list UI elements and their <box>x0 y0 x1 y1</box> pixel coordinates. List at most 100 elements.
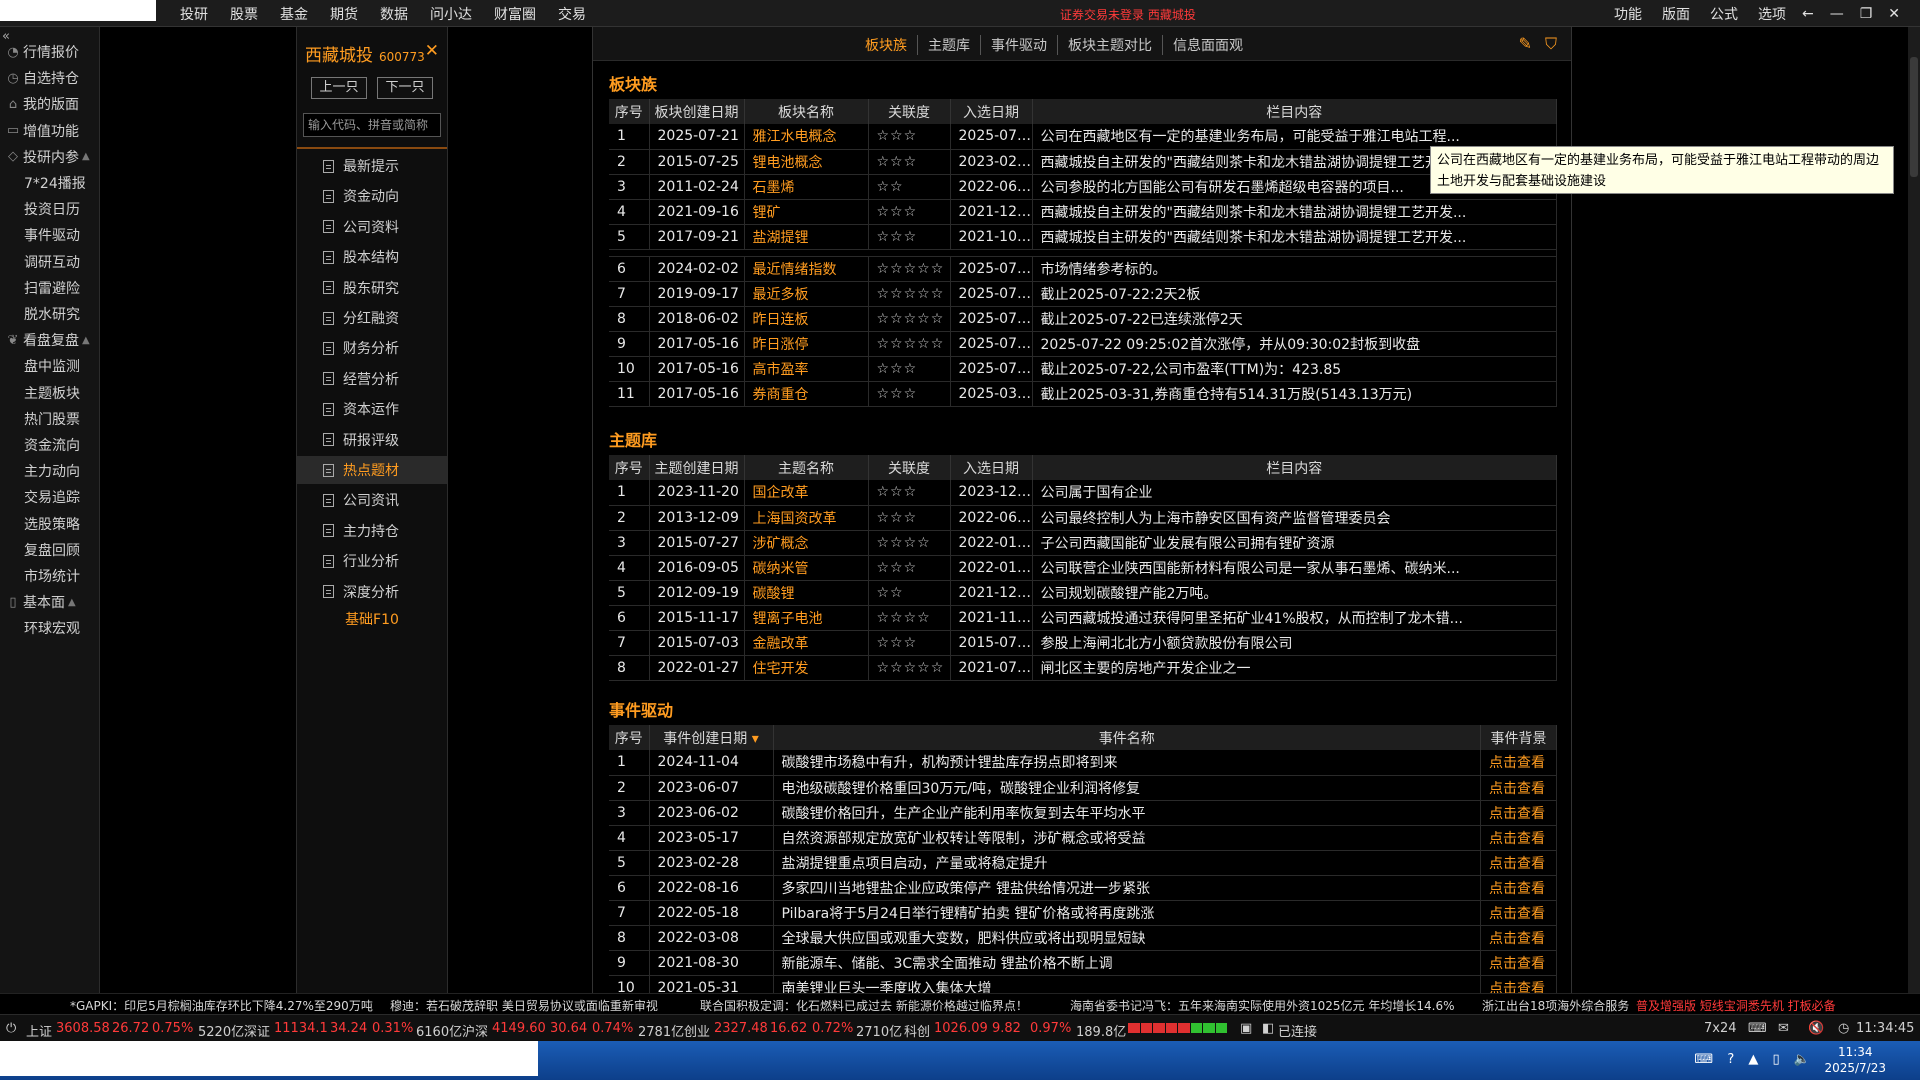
column-header[interactable]: 入选日期 <box>950 99 1033 124</box>
view-detail-link[interactable]: 点击查看 <box>1480 900 1557 926</box>
shirt-icon[interactable]: ⛉ <box>1545 34 1557 53</box>
theme-name-link[interactable]: 雅江水电概念 <box>744 124 869 150</box>
theme-name-link[interactable]: 高市盈率 <box>744 356 869 382</box>
index-label[interactable]: 沪深 <box>462 1021 488 1040</box>
column-header[interactable]: 主题创建日期 <box>649 455 745 480</box>
f10-nav-item[interactable]: 公司资料 <box>297 213 447 241</box>
view-detail-link[interactable]: 点击查看 <box>1480 775 1557 801</box>
table-row[interactable]: 8 2022-03-08 全球最大供应国或观重大变数，肥料供应或将出现明显短缺 点击查… <box>609 925 1557 951</box>
table-row[interactable]: 4 2021-09-16 锂矿 ☆☆☆ 2021-12-24 西藏城投自主研发的"西藏结则… <box>609 199 1557 225</box>
table-row[interactable]: 8 2018-06-02 昨日连板 ☆☆☆☆☆ 2025-07-22 截止2025-07-… <box>609 306 1557 332</box>
table-row[interactable]: 11 2017-05-16 券商重仓 ☆☆☆ 2025-03-31 截止2025-03-3… <box>609 381 1557 407</box>
theme-name-link[interactable]: 碳酸锂 <box>744 580 869 606</box>
restore-icon[interactable]: ❐ <box>1860 6 1873 22</box>
column-header[interactable]: 序号 <box>609 455 650 480</box>
theme-name-link[interactable]: 最近情绪指数 <box>744 256 869 282</box>
theme-name-link[interactable]: 昨日连板 <box>744 306 869 332</box>
table-row[interactable]: 1 2024-11-04 碳酸锂市场稳中有升，机构预计锂盐库存拐点即将到来 点击查看 <box>609 750 1557 776</box>
column-header[interactable]: 序号 <box>609 725 650 750</box>
table-row[interactable]: 3 2023-06-02 碳酸锂价格回升，生产企业产能利用率恢复到去年平均水平 点击查… <box>609 800 1557 826</box>
menu-item[interactable]: 财富圈 <box>494 4 536 24</box>
f10-nav-item[interactable]: 公司资讯 <box>297 486 447 514</box>
menu-item[interactable]: 问小达 <box>430 4 472 24</box>
table-row[interactable]: 9 2017-05-16 昨日涨停 ☆☆☆☆☆ 2025-07-22 2025-07-22… <box>609 331 1557 357</box>
camera-icon[interactable]: ▣ <box>1240 1021 1252 1036</box>
vertical-scrollbar[interactable] <box>1908 27 1920 993</box>
tab-compare[interactable]: 板块主题对比 <box>1057 35 1162 55</box>
theme-name-link[interactable]: 金融改革 <box>744 630 869 656</box>
column-header[interactable]: 板块创建日期 <box>649 99 745 124</box>
mute-icon[interactable]: 🔇 <box>1808 1021 1824 1036</box>
view-detail-link[interactable]: 点击查看 <box>1480 750 1557 776</box>
view-detail-link[interactable]: 点击查看 <box>1480 825 1557 851</box>
table-row[interactable]: 1 2023-11-20 国企改革 ☆☆☆ 2023-12-13 公司属于国有企业 <box>609 480 1557 506</box>
help-icon[interactable]: ? <box>1727 1052 1734 1067</box>
column-header[interactable]: 事件名称 <box>773 725 1481 750</box>
back-icon[interactable]: ← <box>1802 6 1814 22</box>
table-row[interactable]: 5 2023-02-28 盐湖提锂重点项目启动，产量或将稳定提升 点击查看 <box>609 850 1557 876</box>
f10-nav-item[interactable]: 最新提示 <box>297 152 447 180</box>
theme-name-link[interactable]: 涉矿概念 <box>744 530 869 556</box>
column-header[interactable]: 事件背景 <box>1480 725 1557 750</box>
taskbar-clock[interactable]: 11:34 2025/7/23 <box>1824 1044 1886 1076</box>
menu-item[interactable]: 基金 <box>280 4 308 24</box>
f10-nav-item[interactable]: 股东研究 <box>297 274 447 302</box>
column-header[interactable]: 栏目内容 <box>1032 455 1557 480</box>
tab-zhuti[interactable]: 主题库 <box>917 35 980 55</box>
theme-name-link[interactable]: 锂电池概念 <box>744 149 869 175</box>
table-row[interactable]: 7 2019-09-17 最近多板 ☆☆☆☆☆ 2025-07-22 截止2025-07-… <box>609 281 1557 307</box>
theme-name-link[interactable]: 昨日涨停 <box>744 331 869 357</box>
volume-icon[interactable]: 🔈 <box>1794 1052 1810 1067</box>
column-header[interactable]: 事件创建日期 ▾ <box>649 725 774 750</box>
f10-nav-item[interactable]: 分红融资 <box>297 304 447 332</box>
table-row[interactable]: 5 2012-09-19 碳酸锂 ☆☆ 2021-12-06 公司规划碳酸锂产能2万吨。 <box>609 580 1557 606</box>
column-header[interactable]: 栏目内容 <box>1032 99 1557 124</box>
column-header[interactable]: 板块名称 <box>744 99 869 124</box>
f10-nav-item[interactable]: 资金动向 <box>297 182 447 210</box>
view-detail-link[interactable]: 点击查看 <box>1480 800 1557 826</box>
table-row[interactable]: 6 2022-08-16 多家四川当地锂盐企业应政策停产 锂盐供给情况进一步紧张 点击… <box>609 875 1557 901</box>
theme-name-link[interactable]: 住宅开发 <box>744 655 869 681</box>
theme-name-link[interactable]: 券商重仓 <box>744 381 869 407</box>
table-row[interactable]: 2 2013-12-09 上海国资改革 ☆☆☆ 2022-06-06 公司最终控制人为上海… <box>609 505 1557 531</box>
menu-options[interactable]: 选项 <box>1758 4 1786 24</box>
ticker-item[interactable]: 浙江出台18项海外综合服务 <box>1482 997 1629 1013</box>
table-row[interactable]: 9 2021-08-30 新能源车、储能、3C需求全面推动 锂盐价格不断上调 点击查看 <box>609 950 1557 976</box>
column-header[interactable]: 关联度 <box>868 455 951 480</box>
table-row[interactable]: 7 2022-05-18 Pilbara将于5月24日举行锂精矿拍卖 锂矿价格或将再… <box>609 900 1557 926</box>
table-row[interactable]: 3 2015-07-27 涉矿概念 ☆☆☆☆ 2022-01-11 子公司西藏国能矿业发展… <box>609 530 1557 556</box>
f10-nav-item[interactable]: 研报评级 <box>297 426 447 454</box>
column-header[interactable]: 序号 <box>609 99 650 124</box>
menu-formula[interactable]: 公式 <box>1710 4 1738 24</box>
theme-name-link[interactable]: 最近多板 <box>744 281 869 307</box>
f10-nav-item[interactable]: 财务分析 <box>297 334 447 362</box>
news-ticker[interactable]: *GAPKI：印尼5月棕榈油库存环比下降4.27%至290万吨 穆迪：若石破茂辞… <box>0 993 1920 1013</box>
table-row[interactable]: 2 2015-07-25 锂电池概念 ☆☆☆ 2023-02-27 西藏城投自主研发的"西… <box>609 149 1557 175</box>
menu-item[interactable]: 投研 <box>180 4 208 24</box>
theme-name-link[interactable]: 锂离子电池 <box>744 605 869 631</box>
f10-nav-item[interactable]: 资本运作 <box>297 395 447 423</box>
f10-nav-item[interactable]: 深度分析 <box>297 578 447 606</box>
column-header[interactable]: 入选日期 <box>950 455 1033 480</box>
close-icon[interactable]: ✕ <box>425 41 439 61</box>
theme-name-link[interactable]: 碳纳米管 <box>744 555 869 581</box>
table-row[interactable]: 5 2017-09-21 盐湖提锂 ☆☆☆ 2021-10-18 西藏城投自主研发的"西藏… <box>609 224 1557 250</box>
ticker-ad[interactable]: 普及增强版 短线宝洞悉先机 打板必备 <box>1636 997 1836 1013</box>
arrow-icon[interactable]: ▲ <box>1748 1052 1758 1067</box>
table-row[interactable]: 1 2025-07-21 雅江水电概念 ☆☆☆ 2025-07-21 公司在西藏地区有一定… <box>609 124 1557 150</box>
menu-item[interactable]: 数据 <box>380 4 408 24</box>
menu-item[interactable]: 股票 <box>230 4 258 24</box>
view-detail-link[interactable]: 点击查看 <box>1480 875 1557 901</box>
tab-info[interactable]: 信息面面观 <box>1162 35 1253 55</box>
f10-nav-item[interactable]: 主力持仓 <box>297 517 447 545</box>
f10-nav-item[interactable]: 经营分析 <box>297 365 447 393</box>
menu-layout[interactable]: 版面 <box>1662 4 1690 24</box>
next-stock-button[interactable]: 下一只 <box>377 77 433 99</box>
table-row[interactable]: 4 2023-05-17 自然资源部规定放宽矿业权转让等限制，涉矿概念或将受益 点击查… <box>609 825 1557 851</box>
f10-nav-item[interactable]: 热点题材 <box>297 456 447 484</box>
view-detail-link[interactable]: 点击查看 <box>1480 925 1557 951</box>
ticker-item[interactable]: *GAPKI：印尼5月棕榈油库存环比下降4.27%至290万吨 <box>70 997 373 1013</box>
ticker-item[interactable]: 联合国积极定调：化石燃料已成过去 新能源价格越过临界点！ <box>700 997 1028 1013</box>
tab-shijian[interactable]: 事件驱动 <box>980 35 1057 55</box>
theme-name-link[interactable]: 锂矿 <box>744 199 869 225</box>
